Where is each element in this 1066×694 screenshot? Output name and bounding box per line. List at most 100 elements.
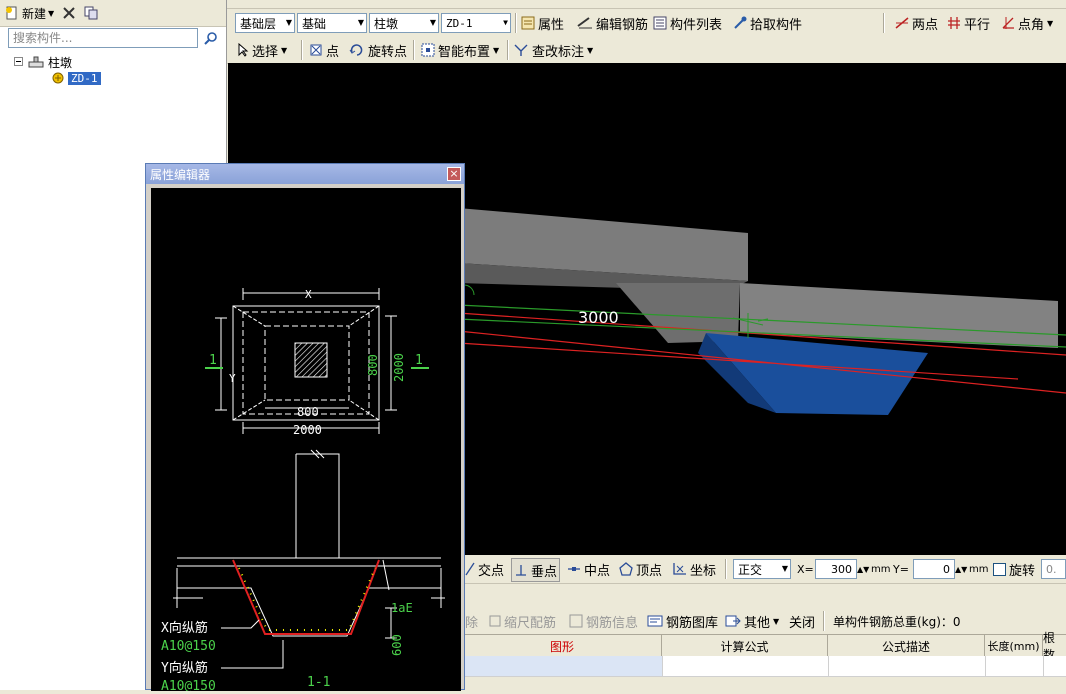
edit-annotation-button[interactable]: 查改标注 ▼ — [513, 39, 593, 61]
pick-component-button[interactable]: 拾取构件 — [733, 12, 802, 34]
select-label: 选择 — [252, 44, 279, 60]
col-formula[interactable]: 计算公式 — [662, 635, 828, 657]
col-length[interactable]: 长度(mm) — [985, 635, 1043, 657]
x-rebar-leader — [221, 619, 260, 629]
component-icon — [52, 72, 64, 84]
pick-icon — [734, 16, 747, 29]
tree-item-pier[interactable]: 柱墩 — [14, 54, 72, 70]
dialog-titlebar[interactable]: 属性编辑器 — [146, 164, 464, 184]
x-value-input[interactable]: 300 — [815, 559, 857, 579]
cell-formula[interactable] — [662, 656, 829, 676]
rebar-info-icon — [569, 614, 583, 628]
x-spinner[interactable]: ▲▼ — [857, 558, 869, 580]
ortho-select[interactable]: 正交 ▼ — [733, 559, 791, 579]
point-button[interactable]: 点 — [309, 39, 339, 61]
tree-item-zd1[interactable]: ZD-1 — [52, 70, 101, 86]
select-button[interactable]: 选择 ▼ — [237, 39, 287, 61]
other-label: 其他 — [744, 615, 771, 631]
y-rebar-leader — [221, 640, 284, 669]
x-label: X= — [797, 562, 814, 576]
category-select[interactable]: 基础 ▼ — [297, 13, 367, 33]
smart-layout-label: 智能布置 — [438, 44, 491, 60]
scale-rebar-button[interactable]: 缩尺配筋 — [489, 610, 556, 632]
search-input[interactable]: 搜索构件... — [8, 28, 198, 48]
axis-marker — [463, 284, 475, 296]
type-select[interactable]: 柱墩 ▼ — [369, 13, 439, 33]
smart-layout-icon — [421, 43, 435, 57]
close-rebar-button[interactable]: 关闭 — [789, 610, 815, 632]
new-label: 新建 — [22, 6, 47, 21]
two-points-button[interactable]: 两点 — [895, 12, 938, 34]
y-label: Y= — [893, 562, 909, 576]
snap-vertex[interactable]: 顶点 — [619, 558, 662, 580]
cell-description[interactable] — [828, 656, 986, 676]
close-label: 关闭 — [789, 615, 816, 631]
component-select[interactable]: ZD-1 ▼ — [441, 13, 511, 33]
edit-rebar-button[interactable]: 编辑钢筋 — [577, 12, 648, 34]
col-count[interactable]: 根数 — [1043, 631, 1066, 662]
rotate-value-input[interactable]: 0. — [1041, 559, 1066, 579]
col-shape[interactable]: 图形 — [463, 635, 662, 657]
pier-icon — [28, 56, 44, 68]
pier-taper-left — [616, 283, 740, 343]
dim-800-horizontal: 800 — [297, 405, 319, 419]
total-weight: 单构件钢筋总重(kg)：0 — [833, 614, 961, 629]
lae-leader — [382, 559, 390, 591]
rebar-info-button[interactable]: 钢筋信息 — [569, 610, 638, 632]
snap-midpoint[interactable]: 中点 — [567, 558, 610, 580]
coordinate-label: 坐标 — [690, 563, 717, 579]
snap-coordinate[interactable]: 坐标 — [671, 558, 716, 580]
snap-perpendicular[interactable]: 垂点 — [511, 558, 561, 582]
dialog-close-button[interactable]: × — [447, 167, 461, 181]
properties-icon — [521, 16, 535, 30]
rebar-info-label: 钢筋信息 — [586, 615, 639, 631]
component-list-button[interactable]: 构件列表 — [653, 12, 722, 34]
rebar-toolbar: 除 缩尺配筋 钢筋信息 钢筋图库 其他 ▼ 关闭 单构件钢筋总重(kg)：0 — [463, 608, 1066, 634]
new-button[interactable]: 新建 ▼ — [0, 2, 58, 24]
x-rebar-label: X向纵筋 — [161, 620, 208, 636]
other-button[interactable]: 其他 ▼ — [725, 610, 779, 632]
floor-select[interactable]: 基础层 ▼ — [235, 13, 295, 33]
section-mark-right: 1 — [415, 353, 423, 368]
snap-intersection[interactable]: 交点 — [465, 558, 504, 580]
search-icon — [204, 32, 217, 45]
rotate-point-button[interactable]: 旋转点 — [349, 39, 407, 61]
parallel-icon — [948, 17, 960, 29]
main-toolbar: 基础层 ▼ 基础 ▼ 柱墩 ▼ ZD-1 ▼ 属性 编辑钢筋 构件列表 拾取构件 两点 … — [227, 9, 1066, 38]
delete-button[interactable] — [58, 2, 80, 24]
rotate-value: 0. — [1046, 562, 1057, 576]
pier-section-drawing[interactable]: X Y 800 2000 800 2000 1 1 1aE 600 X向纵筋 A… — [151, 188, 461, 694]
y-spinner[interactable]: ▲▼ — [955, 558, 967, 580]
rebar-library-button[interactable]: 钢筋图库 — [647, 610, 718, 632]
properties-button[interactable]: 属性 — [521, 12, 564, 34]
scale-icon — [489, 615, 501, 627]
y-value-input[interactable]: 0 — [913, 559, 955, 579]
delete-icon — [63, 7, 75, 19]
pick-component-label: 拾取构件 — [750, 17, 803, 33]
dimension-label: 3000 — [578, 308, 619, 327]
rotate-checkbox[interactable]: 旋转 — [993, 558, 1035, 580]
perpendicular-icon — [516, 565, 526, 576]
two-points-icon — [895, 17, 909, 29]
coordinate-icon — [673, 563, 686, 575]
collapse-icon[interactable] — [14, 57, 24, 67]
search-button[interactable] — [200, 28, 222, 48]
midpoint-icon — [568, 567, 580, 571]
point-angle-button[interactable]: 点角 ▼ — [1001, 12, 1053, 34]
cell-shape[interactable] — [463, 656, 663, 676]
type-value: 柱墩 — [374, 16, 399, 31]
delete-rebar-button[interactable]: 除 — [465, 610, 478, 632]
rebar-library-label: 钢筋图库 — [666, 615, 719, 631]
other-icon — [725, 615, 741, 627]
label-y: Y — [229, 372, 236, 385]
table-row[interactable] — [463, 656, 1066, 677]
snap-toolbar: 交点 垂点 中点 顶点 坐标 正交 ▼ X= 300 ▲▼ mm Y= 0 ▲▼ … — [463, 555, 1066, 584]
rotate-label: 旋转 — [1009, 563, 1036, 579]
col-description[interactable]: 公式描述 — [828, 635, 985, 657]
parallel-button[interactable]: 平行 — [947, 12, 990, 34]
copy-button[interactable] — [80, 2, 102, 24]
section-mark-left: 1 — [209, 353, 217, 368]
smart-layout-button[interactable]: 智能布置 ▼ — [421, 39, 499, 61]
checkbox-box[interactable] — [993, 562, 1006, 576]
cell-length[interactable] — [985, 656, 1044, 676]
